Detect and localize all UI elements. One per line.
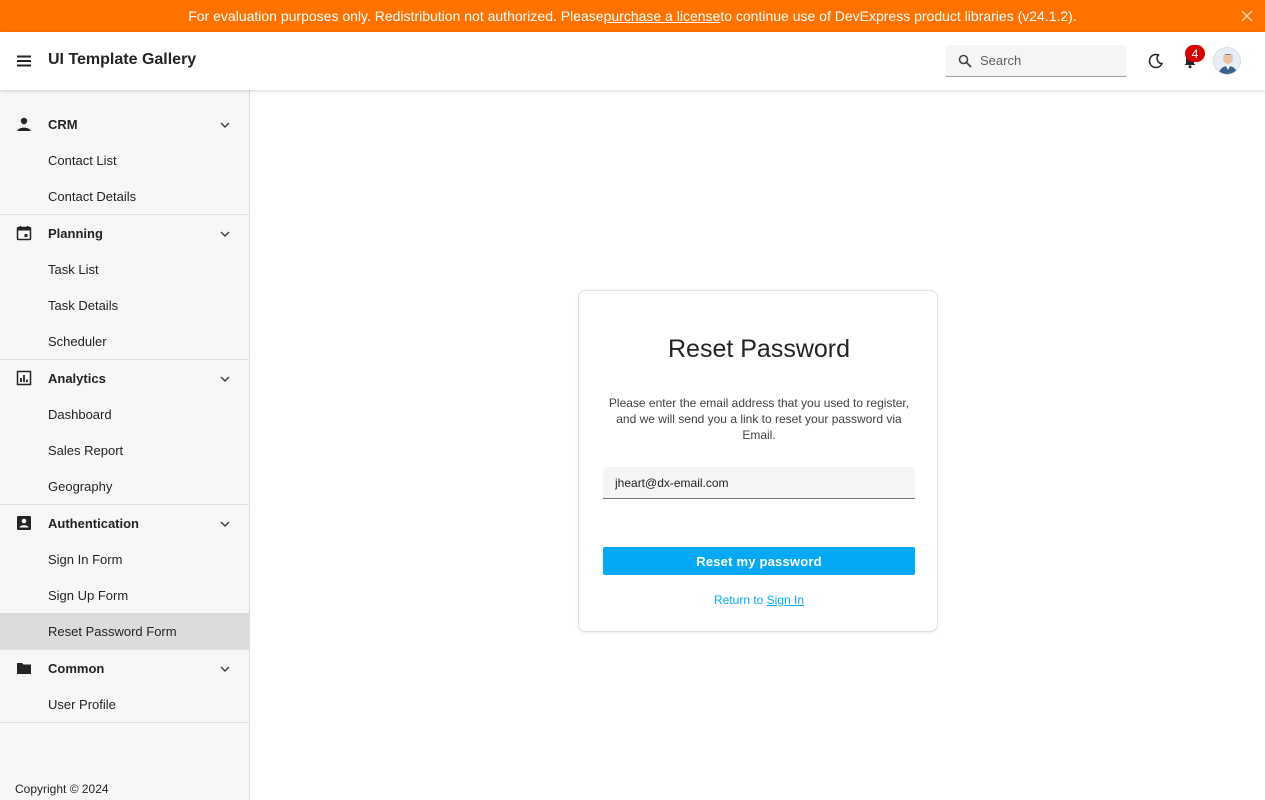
nav-group-label: Common [48, 660, 105, 676]
notification-badge: 4 [1185, 45, 1205, 62]
banner-text-after: to continue use of DevExpress product li… [720, 8, 1077, 24]
sidebar-item-user-profile[interactable]: User Profile [0, 686, 249, 722]
calendar-icon [16, 225, 32, 241]
nav-group-header-crm[interactable]: CRM [0, 106, 249, 142]
sidebar-item-contact-list[interactable]: Contact List [0, 142, 249, 178]
nav-group-header-analytics[interactable]: Analytics [0, 360, 249, 396]
nav-group-label: Authentication [48, 515, 139, 531]
nav-group-common: Common User Profile [0, 650, 249, 723]
nav-group-label: Planning [48, 225, 103, 241]
chevron-down-icon [218, 517, 232, 531]
sign-in-link[interactable]: Sign In [767, 593, 804, 607]
sidebar: CRM Contact List Contact Details Plannin… [0, 90, 250, 800]
search-box[interactable] [946, 45, 1126, 77]
nav-group-label: Analytics [48, 370, 106, 386]
sidebar-item-task-details[interactable]: Task Details [0, 287, 249, 323]
return-to-sign-in: Return to Sign In [579, 593, 939, 607]
chart-icon [16, 370, 32, 386]
nav-group-header-planning[interactable]: Planning [0, 215, 249, 251]
form-description: Please enter the email address that you … [608, 396, 910, 442]
dark-mode-moon-icon[interactable] [1144, 49, 1168, 73]
app-header: UI Template Gallery 4 [0, 32, 1265, 90]
search-input[interactable] [980, 53, 1110, 68]
return-text: Return to [713, 593, 767, 607]
sidebar-item-reset-password-form[interactable]: Reset Password Form [0, 613, 249, 649]
sidebar-item-sign-in-form[interactable]: Sign In Form [0, 541, 249, 577]
copyright-footer: Copyright © 2024 [15, 782, 109, 796]
sidebar-item-dashboard[interactable]: Dashboard [0, 396, 249, 432]
search-icon [958, 54, 972, 68]
page-title: Reset Password [667, 335, 851, 363]
menu-icon[interactable] [12, 49, 36, 73]
sidebar-item-sales-report[interactable]: Sales Report [0, 432, 249, 468]
chevron-down-icon [218, 372, 232, 386]
nav-group-label: CRM [48, 116, 78, 132]
avatar[interactable] [1213, 47, 1241, 75]
reset-password-card: Reset Password Please enter the email ad… [578, 290, 938, 632]
banner-text-before: For evaluation purposes only. Redistribu… [188, 8, 604, 24]
person-icon [16, 116, 32, 132]
nav-group-planning: Planning Task List Task Details Schedule… [0, 215, 249, 360]
email-field[interactable] [615, 475, 905, 490]
sidebar-item-scheduler[interactable]: Scheduler [0, 323, 249, 359]
reset-password-button[interactable]: Reset my password [603, 547, 915, 575]
nav-group-authentication: Authentication Sign In Form Sign Up Form… [0, 505, 249, 650]
chevron-down-icon [218, 118, 232, 132]
sidebar-item-contact-details[interactable]: Contact Details [0, 178, 249, 214]
chevron-down-icon [218, 662, 232, 676]
contact-card-icon [16, 515, 32, 531]
sidebar-item-task-list[interactable]: Task List [0, 251, 249, 287]
nav-group-analytics: Analytics Dashboard Sales Report Geograp… [0, 360, 249, 505]
email-field-container[interactable] [603, 467, 915, 499]
nav-group-crm: CRM Contact List Contact Details [0, 90, 249, 215]
sidebar-item-geography[interactable]: Geography [0, 468, 249, 504]
nav-group-header-common[interactable]: Common [0, 650, 249, 686]
purchase-license-link[interactable]: purchase a license [604, 8, 721, 24]
app-title: UI Template Gallery [48, 51, 197, 68]
evaluation-banner: For evaluation purposes only. Redistribu… [0, 0, 1265, 32]
sidebar-item-sign-up-form[interactable]: Sign Up Form [0, 577, 249, 613]
folder-icon [16, 660, 32, 676]
nav-group-header-authentication[interactable]: Authentication [0, 505, 249, 541]
chevron-down-icon [218, 227, 232, 241]
close-icon[interactable] [1239, 8, 1255, 24]
